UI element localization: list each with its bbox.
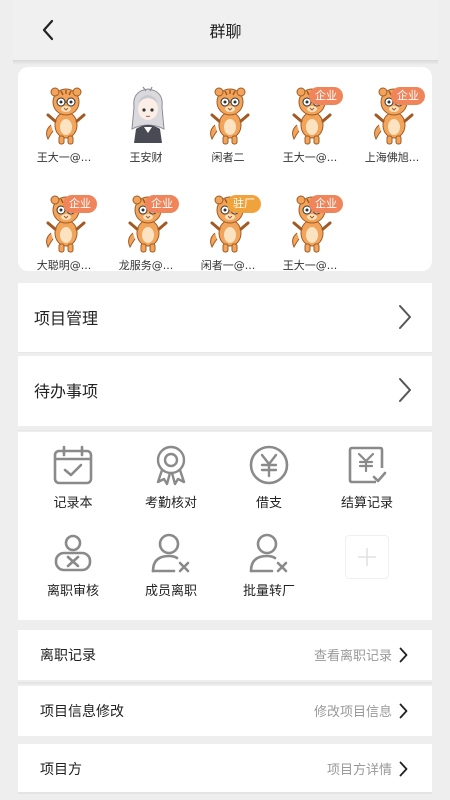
project-party-value: 项目方详情	[326, 763, 392, 778]
role-badge: 企业	[391, 87, 425, 105]
plus-icon	[358, 548, 376, 566]
top-bar: 群聊	[13, 0, 438, 60]
resign-record-label: 离职记录	[40, 648, 96, 664]
tool-label: 记录本	[53, 496, 93, 511]
member-item[interactable]: 闲者二	[187, 67, 269, 164]
tools-grid: 记录本 考勤核对 借支 结算记录 离职审核 成员离职 批量转厂	[18, 432, 432, 620]
project-edit-row[interactable]: 项目信息修改 修改项目信息	[18, 686, 432, 736]
chevron-right-icon	[399, 761, 408, 777]
tool-resign-review[interactable]: 离职审核	[23, 520, 123, 600]
tool-settlement-record[interactable]: 结算记录	[317, 432, 417, 512]
avatar	[126, 85, 170, 145]
todo-label: 待办事项	[34, 382, 99, 401]
tool-label: 批量转厂	[242, 584, 295, 599]
add-tool-button[interactable]	[345, 535, 389, 579]
project-management-label: 项目管理	[34, 309, 99, 328]
divider	[18, 792, 432, 794]
tool-record-book[interactable]: 记录本	[23, 432, 123, 512]
avatar	[208, 85, 252, 145]
role-badge: 企业	[145, 195, 179, 213]
todo-row[interactable]: 待办事项	[18, 356, 432, 426]
user-remove-icon	[151, 533, 190, 573]
member-item[interactable]: 驻厂闲者一@...	[187, 175, 269, 272]
tool-label: 结算记录	[340, 496, 393, 511]
ribbon-badge-icon	[156, 445, 186, 486]
divider	[18, 682, 432, 684]
role-badge: 企业	[309, 87, 343, 105]
member-item[interactable]: 企业大聪明@...	[23, 175, 105, 272]
member-name: 王大一@...	[282, 151, 338, 164]
member-name: 王大一@...	[36, 151, 92, 164]
avatar	[44, 85, 88, 145]
yen-document-icon	[348, 446, 387, 484]
tool-attendance-check[interactable]: 考勤核对	[121, 432, 221, 512]
member-name: 龙服务@...	[118, 259, 174, 272]
member-name: 上海佛旭...	[364, 151, 420, 164]
divider	[18, 352, 432, 353]
resign-record-row[interactable]: 离职记录 查看离职记录	[18, 630, 432, 680]
role-badge: 企业	[63, 195, 97, 213]
tool-advance[interactable]: 借支	[219, 432, 319, 512]
tool-label: 考勤核对	[144, 496, 197, 511]
calendar-check-icon	[53, 445, 93, 485]
divider	[18, 430, 432, 431]
project-edit-label: 项目信息修改	[40, 704, 124, 720]
tool-label: 离职审核	[46, 584, 99, 599]
member-item[interactable]: 王大一@...	[23, 67, 105, 164]
chevron-right-icon	[399, 378, 411, 402]
member-item[interactable]: 王安财	[105, 67, 187, 164]
page-title: 群聊	[209, 22, 242, 41]
chevron-right-icon	[399, 305, 411, 329]
role-badge: 驻厂	[227, 195, 261, 213]
member-item[interactable]: 企业王大一@...	[269, 175, 351, 272]
tool-label: 借支	[255, 496, 282, 511]
role-badge: 企业	[309, 195, 343, 213]
project-party-row[interactable]: 项目方 项目方详情	[18, 744, 432, 794]
tool-batch-transfer[interactable]: 批量转厂	[219, 520, 319, 600]
user-x-card-icon	[54, 534, 92, 572]
chevron-right-icon	[399, 647, 408, 663]
tool-label: 成员离职	[144, 584, 197, 599]
member-item[interactable]: 企业龙服务@...	[105, 175, 187, 272]
yen-circle-icon	[249, 445, 289, 485]
member-name: 大聪明@...	[36, 259, 92, 272]
header-divider	[13, 60, 438, 65]
member-name: 王大一@...	[282, 259, 338, 272]
project-party-label: 项目方	[40, 762, 82, 778]
member-grid: 王大一@... 王安财 闲者二 企业 王大一@... 企业 上海佛旭... 企业 大聪明@...…	[18, 67, 433, 272]
chevron-right-icon	[399, 703, 408, 719]
member-name: 闲者二	[211, 151, 245, 164]
tool-member-resign[interactable]: 成员离职	[121, 520, 221, 600]
project-edit-value: 修改项目信息	[313, 705, 392, 720]
resign-record-value: 查看离职记录	[313, 649, 392, 664]
member-name: 王安财	[129, 151, 163, 164]
member-item[interactable]: 企业王大一@...	[269, 67, 351, 164]
user-transfer-icon	[249, 533, 288, 573]
member-item[interactable]: 企业上海佛旭...	[351, 67, 433, 164]
project-management-row[interactable]: 项目管理	[18, 283, 432, 353]
member-name: 闲者一@...	[200, 259, 256, 272]
